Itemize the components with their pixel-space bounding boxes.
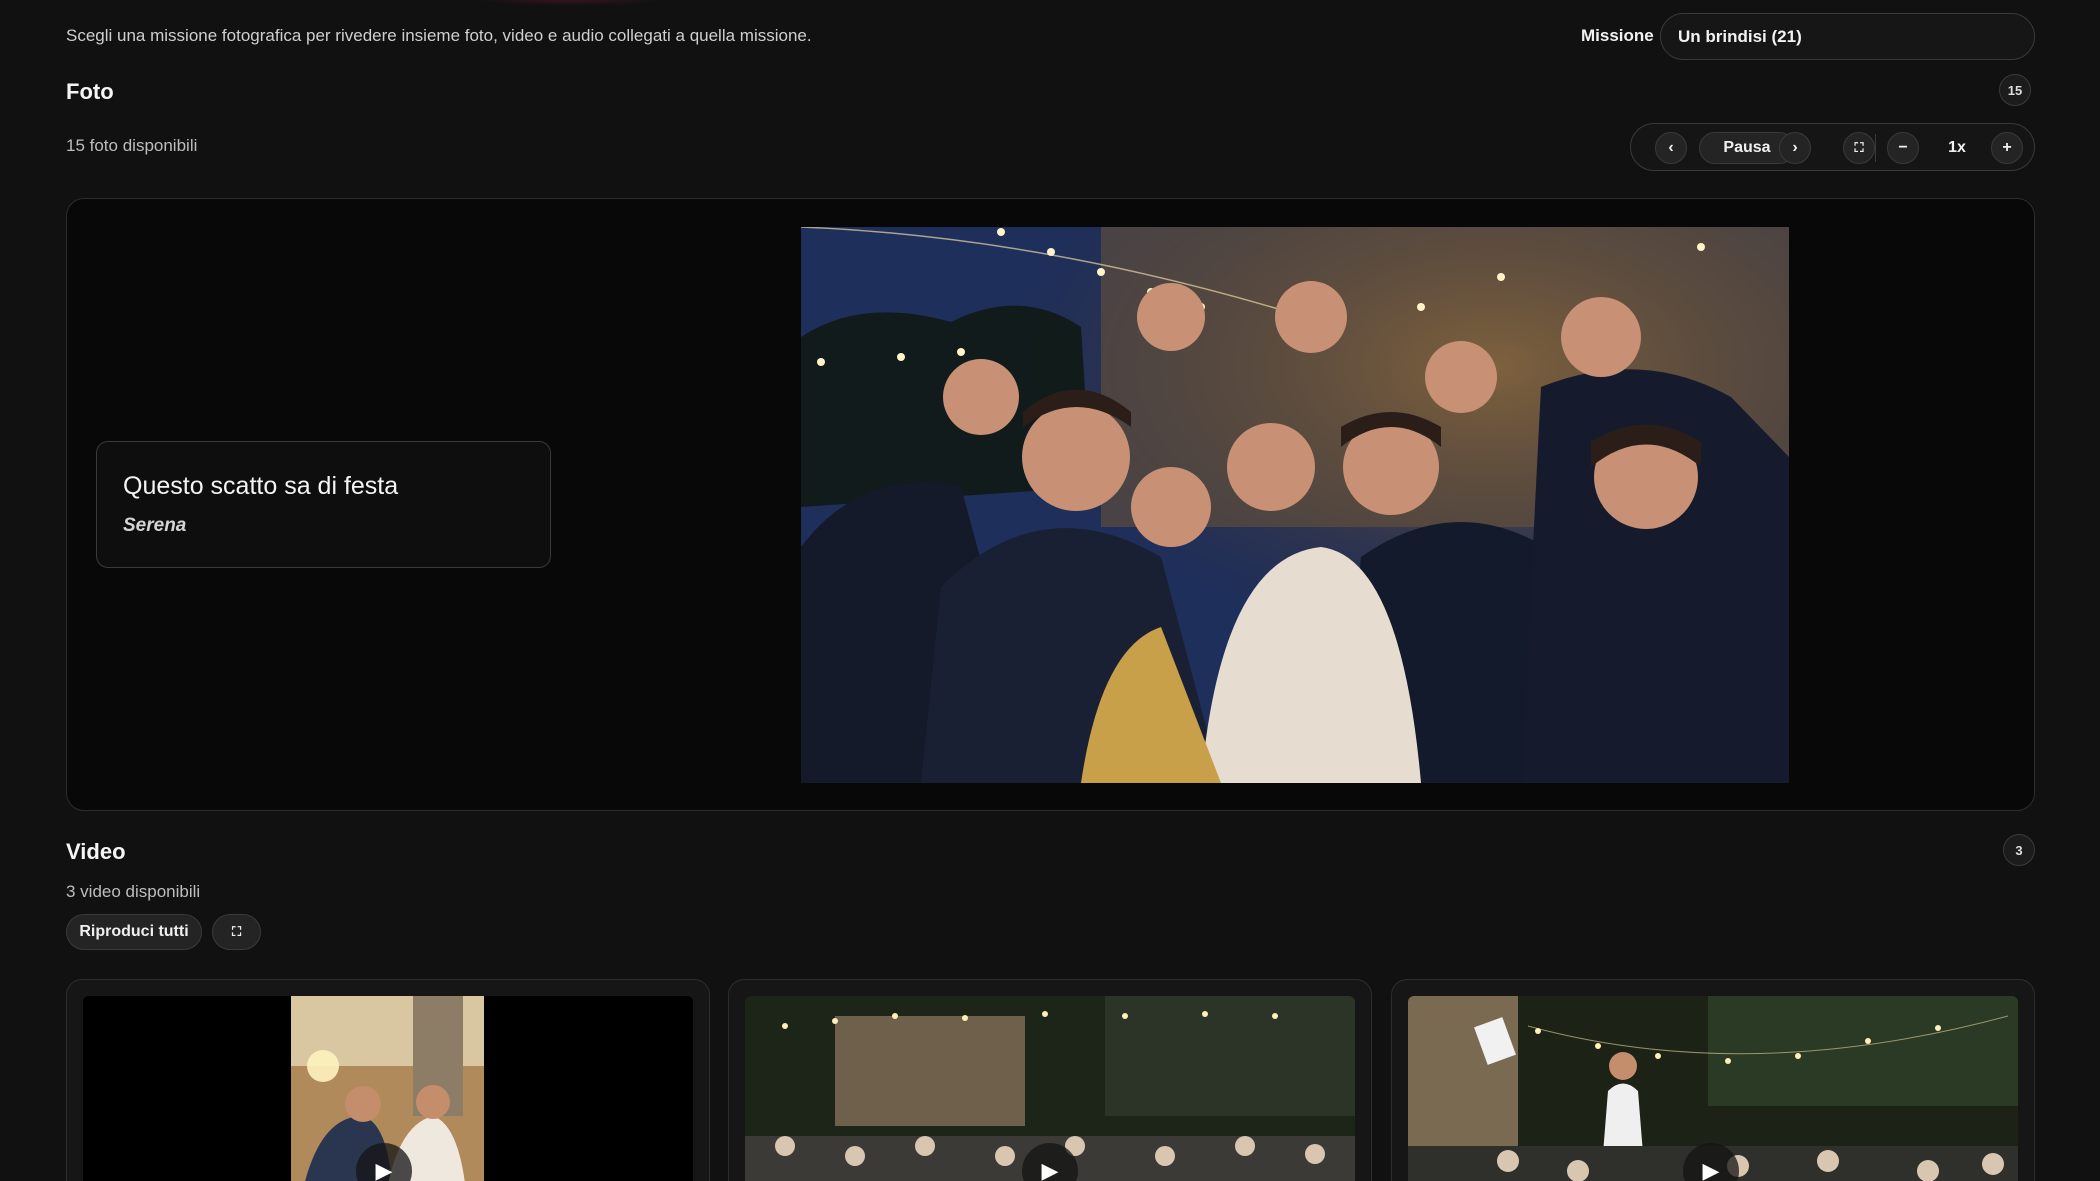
videos-count-badge: 3 — [2003, 834, 2035, 866]
photo-caption-author: Serena — [123, 515, 187, 536]
video-card[interactable]: ▶ — [66, 979, 710, 1181]
photo-fullscreen-button[interactable]: ⛶ — [1843, 132, 1875, 164]
photo-caption-text: Questo scatto sa di festa — [123, 472, 399, 500]
play-all-button-label: Riproduci tutti — [79, 923, 189, 940]
minus-icon: − — [1898, 139, 1908, 156]
video-card[interactable]: ▶ — [1391, 979, 2035, 1181]
photos-title: Foto — [66, 79, 114, 104]
photo-viewer: Questo scatto sa di festa Serena — [66, 198, 2035, 811]
video-thumbnail[interactable]: ▶ — [745, 996, 1355, 1181]
video-card[interactable]: ▶ — [728, 979, 1372, 1181]
intro-text: Scegli una missione fotografica per rive… — [66, 26, 812, 45]
videos-available-text: 3 video disponibili — [66, 882, 201, 901]
current-photo[interactable] — [801, 227, 1789, 783]
chevron-left-icon: ‹ — [1668, 139, 1674, 156]
photo-caption-card: Questo scatto sa di festa Serena — [96, 441, 551, 568]
speed-increase-button[interactable]: + — [1991, 132, 2023, 164]
speed-decrease-button[interactable]: − — [1887, 132, 1919, 164]
mission-select-value: Un brindisi (21) — [1678, 26, 1802, 46]
photos-available-text: 15 foto disponibili — [66, 136, 198, 155]
photos-count-badge: 15 — [1999, 74, 2031, 106]
video-thumbnail[interactable]: ▶ — [1408, 996, 2018, 1181]
photo-player-controls: ‹ Pausa › ⛶ − 1x + — [1630, 123, 2035, 171]
group-selfie-image — [801, 227, 1789, 783]
next-photo-button[interactable]: › — [1779, 132, 1811, 164]
controls-divider — [1875, 134, 1876, 162]
prev-photo-button[interactable]: ‹ — [1655, 132, 1687, 164]
fullscreen-icon: ⛶ — [231, 924, 242, 939]
videos-fullscreen-button[interactable]: ⛶ — [212, 914, 261, 950]
mission-select[interactable]: Un brindisi (21) — [1660, 13, 2035, 60]
speed-value: 1x — [1948, 139, 1966, 156]
plus-icon: + — [2002, 139, 2012, 156]
mission-label: Missione — [1581, 26, 1654, 45]
top-glow — [470, 0, 670, 6]
chevron-right-icon: › — [1792, 139, 1798, 156]
play-all-button[interactable]: Riproduci tutti — [66, 914, 202, 950]
fullscreen-icon: ⛶ — [1854, 140, 1864, 155]
pause-button-label: Pausa — [1723, 139, 1771, 156]
video-thumbnail[interactable]: ▶ — [83, 996, 693, 1181]
videos-title: Video — [66, 839, 126, 864]
